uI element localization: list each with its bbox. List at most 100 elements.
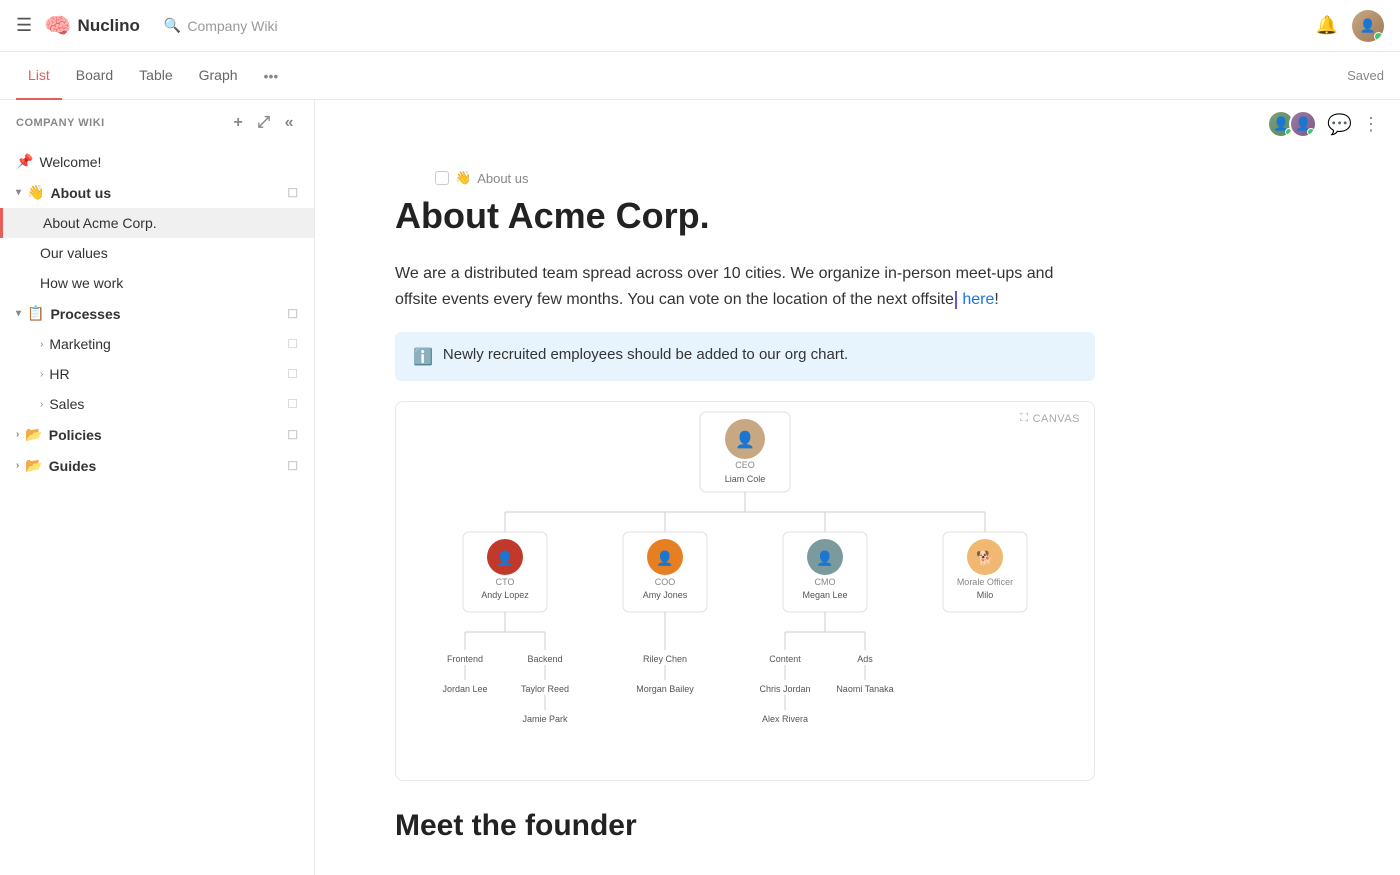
item-checkbox: ☐ bbox=[287, 397, 298, 411]
expand-arrow-icon: › bbox=[16, 429, 19, 440]
svg-text:👤: 👤 bbox=[735, 430, 755, 449]
sidebar-item-label: About Acme Corp. bbox=[43, 215, 298, 231]
top-bar: ☰ 🧠 Nuclino 🔍 Company Wiki 🔔 👤 bbox=[0, 0, 1400, 52]
breadcrumb-label: About us bbox=[477, 171, 528, 186]
collab-avatars: 👤 👤 bbox=[1267, 110, 1317, 138]
more-options-icon[interactable]: ⋮ bbox=[1362, 114, 1380, 135]
meet-founder-heading: Meet the founder bbox=[395, 809, 1095, 843]
collab-avatar-2: 👤 bbox=[1289, 110, 1317, 138]
sidebar-item-policies[interactable]: › 📂 Policies ☐ bbox=[0, 419, 314, 450]
svg-text:🐕: 🐕 bbox=[976, 550, 993, 567]
item-checkbox: ☐ bbox=[287, 337, 298, 351]
sidebar: COMPANY WIKI + ⤢ « 📌 Welcome! ▾ 👋 About … bbox=[0, 100, 315, 875]
guides-icon: 📂 bbox=[25, 457, 42, 474]
search-icon: 🔍 bbox=[164, 17, 181, 34]
sidebar-item-label: Policies bbox=[49, 427, 281, 443]
pin-icon: 📌 bbox=[16, 153, 33, 170]
content-area: 👤 👤 💬 ⋮ 👋 About us About Acme Corp. bbox=[315, 100, 1400, 875]
sidebar-item-hr[interactable]: › HR ☐ bbox=[0, 359, 314, 389]
sidebar-item-our-values[interactable]: Our values bbox=[0, 238, 314, 268]
svg-text:Taylor Reed: Taylor Reed bbox=[521, 684, 569, 694]
breadcrumb: 👋 About us bbox=[395, 154, 1095, 186]
tab-graph[interactable]: Graph bbox=[187, 52, 250, 100]
sidebar-item-processes[interactable]: ▾ 📋 Processes ☐ bbox=[0, 298, 314, 329]
top-bar-right: 🔔 👤 bbox=[1316, 10, 1384, 42]
svg-text:Riley Chen: Riley Chen bbox=[643, 654, 687, 664]
org-chart-svg: CEO Liam Cole 👤 👤 CTO Andy Lopez bbox=[396, 402, 1094, 762]
online-dot bbox=[1374, 32, 1383, 41]
canvas-block: ⛶ CANVAS CEO Liam Cole 👤 bbox=[395, 401, 1095, 781]
user-avatar[interactable]: 👤 bbox=[1352, 10, 1384, 42]
svg-text:Ads: Ads bbox=[857, 654, 873, 664]
svg-text:Backend: Backend bbox=[527, 654, 562, 664]
info-box: ℹ️ Newly recruited employees should be a… bbox=[395, 332, 1095, 381]
add-item-icon[interactable]: + bbox=[229, 112, 247, 134]
online-dot bbox=[1307, 128, 1315, 136]
expand-arrow-icon: › bbox=[40, 369, 43, 380]
svg-text:Morgan Bailey: Morgan Bailey bbox=[636, 684, 694, 694]
sidebar-item-how-we-work[interactable]: How we work bbox=[0, 268, 314, 298]
item-checkbox: ☐ bbox=[287, 186, 298, 200]
svg-text:Morale Officer: Morale Officer bbox=[957, 577, 1013, 587]
comment-icon[interactable]: 💬 bbox=[1327, 112, 1352, 137]
sidebar-item-label: Our values bbox=[40, 245, 298, 261]
svg-text:CMO: CMO bbox=[815, 577, 836, 587]
sidebar-item-about-acme[interactable]: About Acme Corp. bbox=[0, 208, 314, 238]
expand-arrow-icon: › bbox=[40, 339, 43, 350]
svg-text:CEO: CEO bbox=[735, 460, 755, 470]
collapse-sidebar-icon[interactable]: « bbox=[281, 112, 298, 134]
sidebar-item-label: Sales bbox=[49, 396, 281, 412]
saved-label: Saved bbox=[1347, 68, 1384, 83]
svg-text:Megan Lee: Megan Lee bbox=[802, 590, 847, 600]
policies-icon: 📂 bbox=[25, 426, 42, 443]
item-checkbox: ☐ bbox=[287, 367, 298, 381]
svg-text:Naomi Tanaka: Naomi Tanaka bbox=[836, 684, 893, 694]
bell-icon[interactable]: 🔔 bbox=[1316, 15, 1338, 36]
search-bar[interactable]: 🔍 Company Wiki bbox=[164, 17, 278, 34]
svg-text:👤: 👤 bbox=[496, 550, 513, 567]
svg-text:Jamie Park: Jamie Park bbox=[522, 714, 568, 724]
svg-text:Chris Jordan: Chris Jordan bbox=[759, 684, 810, 694]
about-icon: 👋 bbox=[27, 184, 44, 201]
sidebar-item-sales[interactable]: › Sales ☐ bbox=[0, 389, 314, 419]
main-layout: COMPANY WIKI + ⤢ « 📌 Welcome! ▾ 👋 About … bbox=[0, 100, 1400, 875]
chevron-down-icon: ▾ bbox=[16, 187, 21, 198]
sidebar-header-actions: + ⤢ « bbox=[229, 112, 298, 134]
breadcrumb-icon: 👋 bbox=[455, 170, 471, 186]
svg-text:Frontend: Frontend bbox=[447, 654, 483, 664]
sidebar-item-label: Guides bbox=[49, 458, 281, 474]
tab-list[interactable]: List bbox=[16, 52, 62, 100]
svg-text:Jordan Lee: Jordan Lee bbox=[442, 684, 487, 694]
sidebar-item-label: How we work bbox=[40, 275, 298, 291]
view-tabs: List Board Table Graph ••• Saved bbox=[0, 52, 1400, 100]
svg-text:👤: 👤 bbox=[816, 550, 833, 567]
menu-icon[interactable]: ☰ bbox=[16, 15, 32, 36]
content-body: 👋 About us About Acme Corp. We are a dis… bbox=[315, 138, 1175, 875]
canvas-icon: ⛶ bbox=[1020, 412, 1028, 425]
canvas-label: ⛶ CANVAS bbox=[1020, 412, 1080, 425]
item-checkbox: ☐ bbox=[287, 307, 298, 321]
document-paragraph: We are a distributed team spread across … bbox=[395, 261, 1095, 312]
expand-icon[interactable]: ⤢ bbox=[253, 112, 274, 134]
sidebar-item-label: Processes bbox=[50, 306, 281, 322]
svg-text:Liam Cole: Liam Cole bbox=[725, 474, 766, 484]
tab-table[interactable]: Table bbox=[127, 52, 184, 100]
sidebar-item-welcome[interactable]: 📌 Welcome! bbox=[0, 146, 314, 177]
expand-arrow-icon: › bbox=[16, 460, 19, 471]
cursor bbox=[955, 291, 957, 309]
breadcrumb-checkbox[interactable] bbox=[435, 171, 449, 185]
search-text: Company Wiki bbox=[187, 18, 277, 34]
more-options-icon[interactable]: ••• bbox=[256, 64, 287, 88]
workspace-label: COMPANY WIKI bbox=[16, 117, 105, 129]
sidebar-item-marketing[interactable]: › Marketing ☐ bbox=[0, 329, 314, 359]
here-link[interactable]: here bbox=[962, 291, 994, 308]
tab-board[interactable]: Board bbox=[64, 52, 125, 100]
svg-text:Andy Lopez: Andy Lopez bbox=[481, 590, 529, 600]
logo[interactable]: 🧠 Nuclino bbox=[44, 13, 140, 39]
processes-icon: 📋 bbox=[27, 305, 44, 322]
sidebar-item-about-us[interactable]: ▾ 👋 About us ☐ bbox=[0, 177, 314, 208]
sidebar-item-guides[interactable]: › 📂 Guides ☐ bbox=[0, 450, 314, 481]
svg-text:CTO: CTO bbox=[496, 577, 515, 587]
svg-text:👤: 👤 bbox=[656, 550, 673, 567]
sidebar-item-label: Marketing bbox=[49, 336, 281, 352]
